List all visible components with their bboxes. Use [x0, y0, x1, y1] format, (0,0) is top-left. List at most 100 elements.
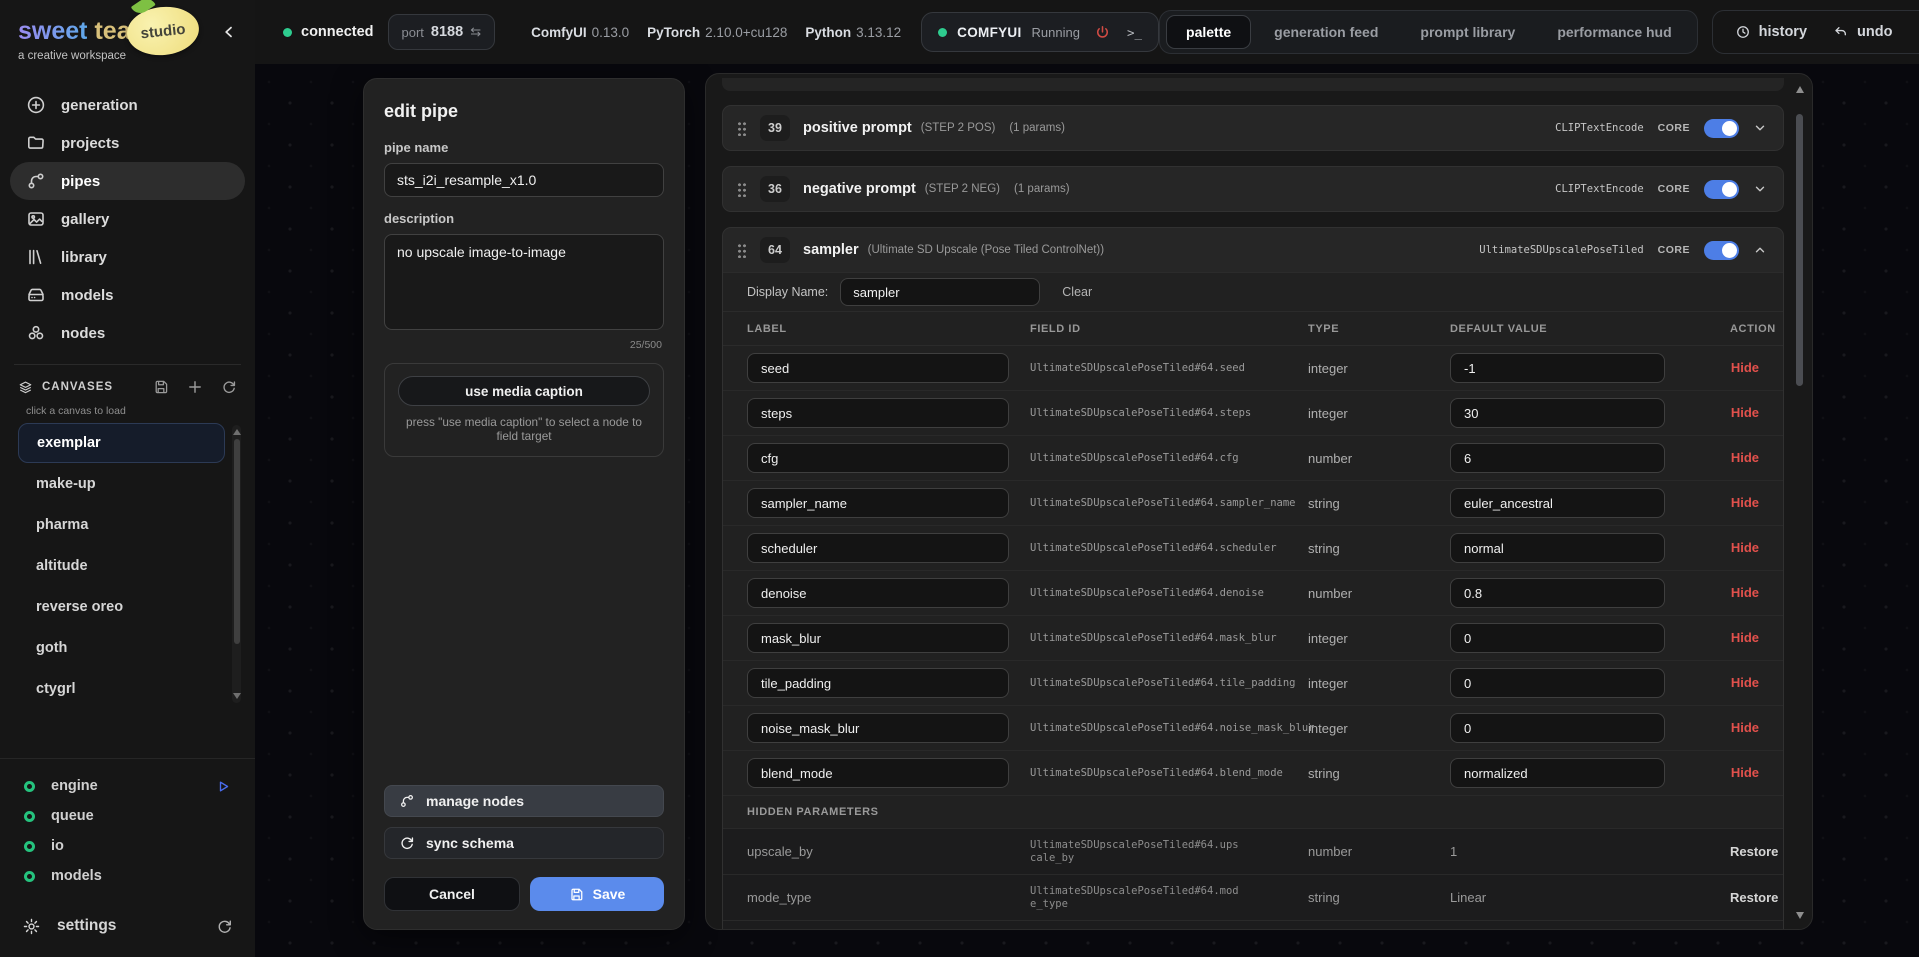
canvases-hint: click a canvas to load	[26, 405, 243, 417]
pipe-name-input[interactable]	[384, 163, 664, 197]
param-label-input[interactable]	[747, 488, 1009, 518]
hide-param-button[interactable]: Hide	[1731, 585, 1759, 600]
sidebar-item-models[interactable]: models	[10, 276, 245, 314]
status-row[interactable]: io	[0, 831, 255, 861]
save-button[interactable]: Save	[530, 877, 664, 911]
status-row[interactable]: queue	[0, 801, 255, 831]
chevron-down-icon[interactable]	[1753, 121, 1767, 135]
port-selector[interactable]: port 8188 ⇆	[388, 14, 496, 50]
param-label-input[interactable]	[747, 713, 1009, 743]
hide-param-button[interactable]: Hide	[1731, 360, 1759, 375]
swap-port-icon[interactable]: ⇆	[470, 24, 481, 40]
hide-param-button[interactable]: Hide	[1731, 765, 1759, 780]
hide-param-button[interactable]: Hide	[1731, 720, 1759, 735]
param-default-input[interactable]	[1450, 533, 1665, 563]
node-enabled-toggle[interactable]	[1704, 119, 1739, 138]
param-default-input[interactable]	[1450, 668, 1665, 698]
tab-palette[interactable]: palette	[1166, 15, 1251, 49]
sidebar-item-projects[interactable]: projects	[10, 124, 245, 162]
hide-param-button[interactable]: Hide	[1731, 405, 1759, 420]
scroll-down-icon[interactable]	[1796, 912, 1804, 919]
refresh-settings-icon[interactable]	[216, 918, 233, 935]
drag-handle-icon[interactable]	[737, 182, 746, 197]
clear-button[interactable]: Clear	[1062, 285, 1092, 299]
undo-button[interactable]: undo	[1833, 24, 1892, 40]
chevron-up-icon[interactable]	[1753, 243, 1767, 257]
refresh-canvases-icon[interactable]	[221, 379, 237, 395]
drag-handle-icon[interactable]	[737, 243, 746, 258]
canvas-list-scrollbar[interactable]	[232, 425, 241, 703]
hide-param-button[interactable]: Hide	[1731, 540, 1759, 555]
display-name-input[interactable]	[840, 278, 1040, 306]
param-label-input[interactable]	[747, 668, 1009, 698]
param-type: integer	[1308, 631, 1450, 646]
terminal-icon[interactable]: >_	[1127, 25, 1142, 40]
description-input[interactable]: no upscale image-to-image	[384, 234, 664, 330]
save-canvas-icon[interactable]	[153, 379, 169, 395]
manage-nodes-button[interactable]: manage nodes	[384, 785, 664, 817]
param-label-input[interactable]	[747, 578, 1009, 608]
scrollbar-thumb[interactable]	[1796, 114, 1803, 386]
hide-param-button[interactable]: Hide	[1731, 495, 1759, 510]
node-name: negative prompt	[803, 181, 916, 197]
sidebar-collapse-button[interactable]	[221, 24, 237, 40]
sidebar-item-generation[interactable]: generation	[10, 86, 245, 124]
param-default-input[interactable]	[1450, 623, 1665, 653]
param-default-input[interactable]	[1450, 758, 1665, 788]
sidebar-item-gallery[interactable]: gallery	[10, 200, 245, 238]
tab-performance-hud[interactable]: performance hud	[1538, 15, 1690, 49]
param-label-input[interactable]	[747, 353, 1009, 383]
history-button[interactable]: history	[1735, 24, 1807, 40]
canvas-item[interactable]: reverse oreo	[18, 587, 225, 627]
status-row[interactable]: models	[0, 861, 255, 891]
sidebar-item-settings[interactable]: settings	[0, 909, 255, 943]
scrollbar-thumb[interactable]	[234, 439, 240, 644]
sidebar-item-nodes[interactable]: nodes	[10, 314, 245, 352]
canvas-item[interactable]: make-up	[18, 464, 225, 504]
tab-prompt-library[interactable]: prompt library	[1401, 15, 1534, 49]
tab-generation-feed[interactable]: generation feed	[1255, 15, 1397, 49]
node-enabled-toggle[interactable]	[1704, 241, 1739, 260]
restore-param-button[interactable]: Restore	[1730, 890, 1778, 905]
param-default-input[interactable]	[1450, 578, 1665, 608]
param-default-input[interactable]	[1450, 398, 1665, 428]
canvas-item[interactable]: pharma	[18, 505, 225, 545]
cancel-button[interactable]: Cancel	[384, 877, 520, 911]
chevron-down-icon[interactable]	[1753, 182, 1767, 196]
scroll-up-icon[interactable]	[233, 429, 241, 435]
param-label-input[interactable]	[747, 758, 1009, 788]
restore-param-button[interactable]: Restore	[1730, 844, 1778, 859]
canvas-item[interactable]: exemplar	[18, 423, 225, 463]
canvas-list: exemplar make-up pharma altitude	[12, 423, 243, 709]
hide-param-button[interactable]: Hide	[1731, 450, 1759, 465]
drag-handle-icon[interactable]	[737, 121, 746, 136]
node-enabled-toggle[interactable]	[1704, 180, 1739, 199]
hide-param-button[interactable]: Hide	[1731, 675, 1759, 690]
param-label-input[interactable]	[747, 533, 1009, 563]
scroll-down-icon[interactable]	[233, 693, 241, 699]
play-icon[interactable]	[216, 779, 231, 794]
sidebar-item-library[interactable]: library	[10, 238, 245, 276]
param-label-input[interactable]	[747, 398, 1009, 428]
power-icon[interactable]	[1094, 24, 1111, 41]
param-default-input[interactable]	[1450, 443, 1665, 473]
node-subtitle: (STEP 2 NEG)	[925, 183, 1000, 195]
param-label-input[interactable]	[747, 443, 1009, 473]
canvas-item[interactable]: altitude	[18, 546, 225, 586]
param-row: UltimateSDUpscalePoseTiled#64.seed integ…	[723, 346, 1783, 391]
add-canvas-icon[interactable]	[187, 379, 203, 395]
status-ok-icon	[24, 871, 35, 882]
param-default-input[interactable]	[1450, 488, 1665, 518]
param-default-input[interactable]	[1450, 713, 1665, 743]
param-label-input[interactable]	[747, 623, 1009, 653]
canvas-item[interactable]: ctygrl	[18, 669, 225, 709]
use-media-caption-button[interactable]: use media caption	[398, 376, 650, 406]
scroll-up-icon[interactable]	[1796, 86, 1804, 93]
sync-schema-button[interactable]: sync schema	[384, 827, 664, 859]
canvas-item[interactable]: goth	[18, 628, 225, 668]
nodes-panel-scrollbar[interactable]	[1795, 84, 1804, 921]
sidebar-item-pipes[interactable]: pipes	[10, 162, 245, 200]
param-default-input[interactable]	[1450, 353, 1665, 383]
status-row[interactable]: engine	[0, 771, 255, 801]
hide-param-button[interactable]: Hide	[1731, 630, 1759, 645]
